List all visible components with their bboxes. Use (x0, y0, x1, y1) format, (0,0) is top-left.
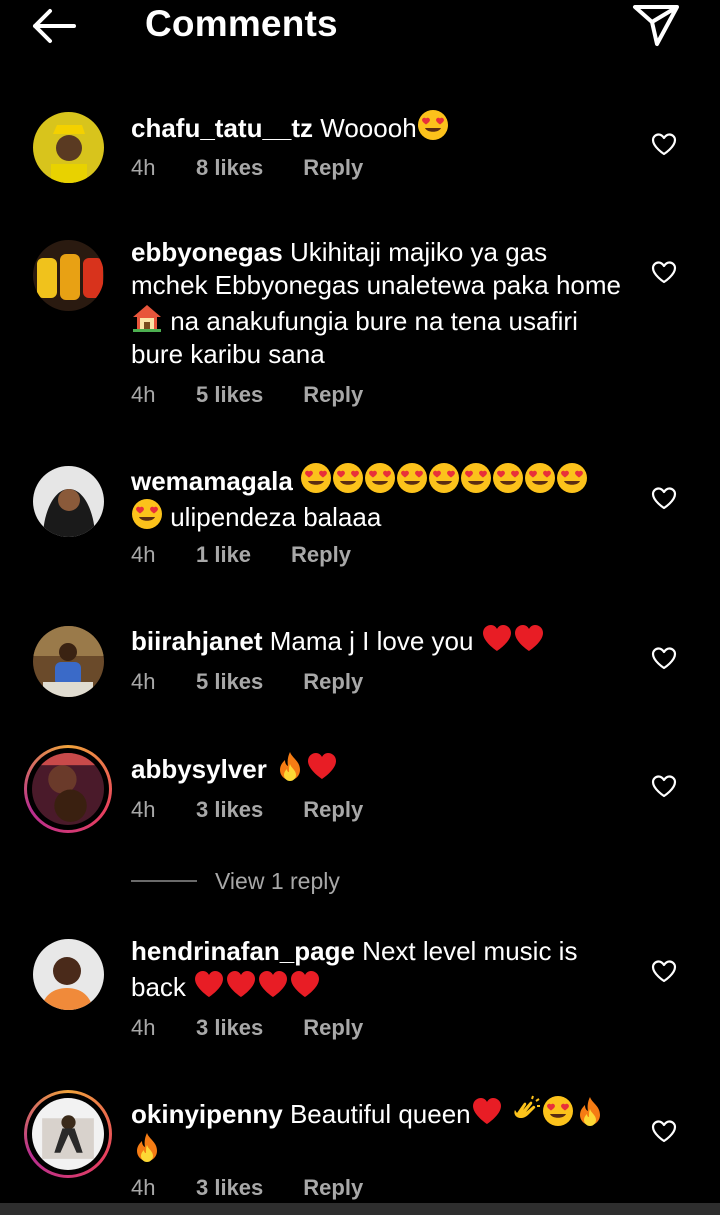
comment-username[interactable]: wemamagala (131, 466, 293, 496)
back-arrow-icon[interactable] (28, 4, 84, 48)
red-heart-emoji-icon (513, 622, 545, 654)
like-heart-icon[interactable] (651, 774, 677, 798)
comment-age: 4h (131, 1175, 156, 1200)
heart-eyes-emoji-icon (542, 1095, 574, 1127)
house-emoji-icon (131, 302, 163, 334)
comment-text: okinyipenny Beautiful queen (131, 1095, 621, 1167)
avatar[interactable] (33, 939, 104, 1010)
red-heart-emoji-icon (289, 968, 321, 1000)
header-bar: Comments (0, 0, 720, 52)
comment-body: Wooooh (320, 113, 417, 143)
comment-body: Mama j I love you (269, 626, 481, 656)
comment-likes[interactable]: 1 like (196, 542, 251, 568)
red-heart-emoji-icon (481, 622, 513, 654)
heart-eyes-emoji-icon (492, 462, 524, 494)
comment-age: 4h (131, 797, 156, 822)
like-heart-icon[interactable] (651, 260, 677, 284)
comment-body: ulipendeza balaaa (163, 502, 382, 532)
comment-meta: 4h 5 likes Reply (131, 669, 363, 695)
comment-meta: 4h 3 likes Reply (131, 797, 363, 823)
avatar[interactable] (33, 466, 104, 537)
comment-text: chafu_tatu__tz Wooooh (131, 109, 621, 145)
comment-text: biirahjanet Mama j I love you (131, 622, 621, 658)
heart-eyes-emoji-icon (417, 109, 449, 141)
comment-likes[interactable]: 3 likes (196, 1175, 263, 1201)
reply-button[interactable]: Reply (303, 797, 363, 823)
comment-body: Beautiful queen (289, 1099, 471, 1129)
divider (131, 880, 197, 882)
red-heart-emoji-icon (225, 968, 257, 1000)
heart-eyes-emoji-icon (556, 462, 588, 494)
comment-username[interactable]: ebbyonegas (131, 237, 283, 267)
like-heart-icon[interactable] (651, 132, 677, 156)
avatar-story-ring[interactable] (24, 1090, 112, 1178)
view-replies-label: View 1 reply (215, 867, 340, 894)
heart-eyes-emoji-icon (364, 462, 396, 494)
comment-meta: 4h 1 like Reply (131, 542, 351, 568)
like-heart-icon[interactable] (651, 646, 677, 670)
clapping-hands-emoji-icon (510, 1095, 542, 1127)
comment-username[interactable]: hendrinafan_page (131, 936, 355, 966)
comment-age: 4h (131, 1015, 156, 1040)
fire-emoji-icon (574, 1095, 606, 1127)
avatar[interactable] (33, 112, 104, 183)
reply-button[interactable]: Reply (303, 669, 363, 695)
comment-text: ebbyonegas Ukihitaji majiko ya gas mchek… (131, 236, 621, 371)
bottom-edge-bar (0, 1203, 720, 1215)
reply-button[interactable]: Reply (291, 542, 351, 568)
reply-button[interactable]: Reply (303, 155, 363, 181)
red-heart-emoji-icon (306, 750, 338, 782)
view-replies-button[interactable]: View 1 reply (131, 866, 340, 896)
comment-body-continued: na anakufungia bure na tena usafiri bure… (131, 306, 578, 369)
comment-meta: 4h 3 likes Reply (131, 1175, 363, 1201)
comment-text: hendrinafan_page Next level music is bac… (131, 935, 621, 1004)
red-heart-emoji-icon (471, 1095, 503, 1127)
page-title: Comments (145, 3, 338, 44)
red-heart-emoji-icon (257, 968, 289, 1000)
comment-likes[interactable]: 5 likes (196, 382, 263, 408)
comment-text: abbysylver (131, 750, 621, 786)
reply-button[interactable]: Reply (303, 1015, 363, 1041)
comment-meta: 4h 3 likes Reply (131, 1015, 363, 1041)
comment-username[interactable]: abbysylver (131, 754, 267, 784)
reply-button[interactable]: Reply (303, 1175, 363, 1201)
like-heart-icon[interactable] (651, 959, 677, 983)
red-heart-emoji-icon (193, 968, 225, 1000)
comment-username[interactable]: biirahjanet (131, 626, 262, 656)
comment-text: wemamagala ulipendeza balaaa (131, 462, 621, 534)
comment-age: 4h (131, 155, 156, 180)
avatar[interactable] (33, 626, 104, 697)
comment-likes[interactable]: 5 likes (196, 669, 263, 695)
heart-eyes-emoji-icon (131, 498, 163, 530)
fire-emoji-icon (274, 750, 306, 782)
comment-meta: 4h 5 likes Reply (131, 382, 363, 408)
avatar[interactable] (33, 240, 104, 311)
comment-meta: 4h 8 likes Reply (131, 155, 363, 181)
comment-age: 4h (131, 669, 156, 694)
avatar-story-ring[interactable] (24, 745, 112, 833)
send-icon[interactable] (632, 2, 682, 48)
heart-eyes-emoji-icon (460, 462, 492, 494)
like-heart-icon[interactable] (651, 1119, 677, 1143)
comment-likes[interactable]: 3 likes (196, 797, 263, 823)
comment-username[interactable]: chafu_tatu__tz (131, 113, 313, 143)
like-heart-icon[interactable] (651, 486, 677, 510)
comment-username[interactable]: okinyipenny (131, 1099, 283, 1129)
heart-eyes-emoji-icon (332, 462, 364, 494)
comment-likes[interactable]: 3 likes (196, 1015, 263, 1041)
heart-eyes-emoji-icon (300, 462, 332, 494)
reply-button[interactable]: Reply (303, 382, 363, 408)
heart-eyes-emoji-icon (524, 462, 556, 494)
comment-likes[interactable]: 8 likes (196, 155, 263, 181)
comment-age: 4h (131, 542, 156, 567)
fire-emoji-icon (131, 1131, 163, 1163)
heart-eyes-emoji-icon (396, 462, 428, 494)
comment-age: 4h (131, 382, 156, 407)
heart-eyes-emoji-icon (428, 462, 460, 494)
